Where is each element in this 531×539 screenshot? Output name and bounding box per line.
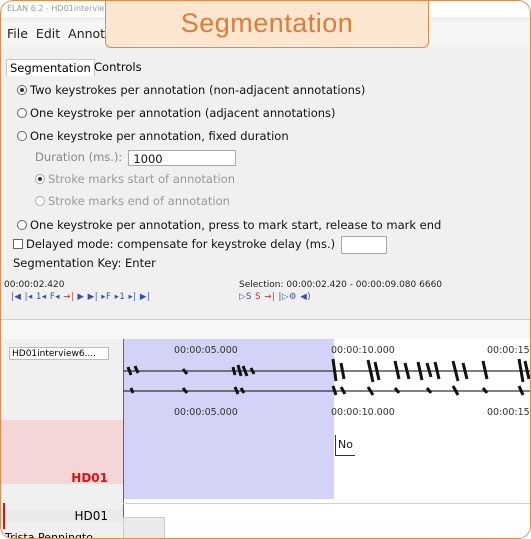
play-selection-icon[interactable]: ▷S [239, 292, 252, 302]
tier-name-participant[interactable]: Trista Penningto [5, 531, 93, 538]
feature-label-banner: Segmentation [105, 1, 429, 48]
horizontal-scrollbar[interactable] [123, 517, 165, 538]
wave-time-label-15s: 00:00:15 [487, 345, 530, 356]
next-icon[interactable]: ▸| [129, 292, 137, 302]
volume-icon[interactable]: ◀) [300, 292, 311, 302]
delay-field[interactable] [341, 235, 388, 254]
tier-separator [123, 503, 530, 504]
radio-button [35, 174, 45, 184]
app-window: ELAN 6.2 - HD01intervie File Edit Annot Se… [0, 0, 531, 539]
option-fixed-duration[interactable]: One keystroke per annotation, fixed dura… [17, 127, 289, 145]
option-stroke-start: Stroke marks start of annotation [35, 170, 235, 188]
selection-info: Selection: 00:00:02.420 - 00:00:09.080 6… [239, 280, 443, 290]
tab-controls[interactable]: Controls [91, 59, 145, 75]
active-tier-marker [3, 503, 5, 529]
delayed-mode-label: Delayed mode: compensate for keystroke d… [26, 237, 336, 251]
radio-button[interactable] [17, 220, 27, 230]
option-stroke-end: Stroke marks end of annotation [35, 192, 230, 210]
menu-edit[interactable]: Edit [36, 26, 60, 41]
overview-ruler[interactable] [1, 319, 530, 341]
waveform-header: HD01interview6.... [1, 339, 124, 399]
annotation-viewer[interactable]: HD01 HD01 Trista Penningto 00:00:05.000 … [1, 399, 530, 538]
tier-crosshair-line [123, 399, 124, 519]
radio-button[interactable] [17, 85, 27, 95]
annotation-cell[interactable]: No [335, 435, 355, 456]
radio-button[interactable] [17, 131, 27, 141]
segmentation-key-label: Segmentation Key: Enter [13, 256, 156, 270]
menu-file[interactable]: File [7, 26, 28, 41]
radio-button[interactable] [17, 108, 27, 118]
delayed-mode-checkbox[interactable] [13, 239, 23, 249]
tier-time-label-10s: 00:00:10.000 [331, 407, 395, 418]
step-back-icon[interactable]: 1◂ [36, 292, 47, 302]
go-to-begin-icon[interactable]: |◀ [11, 292, 21, 302]
tier-time-label-5s: 00:00:05.000 [174, 407, 238, 418]
tab-segmentation[interactable]: Segmentation [6, 59, 95, 76]
go-to-end-icon[interactable]: ▶| [140, 292, 150, 302]
selection-mode-icon[interactable]: →| [264, 292, 275, 302]
selection-back-icon[interactable]: →| [63, 292, 74, 302]
previous-frame-icon[interactable]: |◂ [25, 292, 33, 302]
current-time: 00:00:02.420 [4, 280, 65, 290]
segmentation-panel: Two keystrokes per annotation (non-adjac… [1, 76, 530, 276]
wave-time-label-10s: 00:00:10.000 [331, 345, 395, 356]
wave-time-label-5s: 00:00:05.000 [174, 345, 238, 356]
duration-field[interactable]: 1000 [128, 149, 237, 166]
clear-selection-icon[interactable]: S [255, 292, 261, 302]
pixel-forward-icon[interactable]: ▸F [101, 292, 111, 302]
tier-name-hd01[interactable]: HD01 [1, 509, 123, 523]
option-two-keystrokes[interactable]: Two keystrokes per annotation (non-adjac… [17, 81, 365, 99]
delayed-mode-row[interactable]: Delayed mode: compensate for keystroke d… [13, 235, 388, 254]
media-controls: |◀ |◂ 1◂ F◂ →| ▶ ▶| ▸F ▸1 ▸| ▶| [11, 292, 150, 302]
selection-controls: ▷S S →| |▷⚙ ◀) [239, 292, 311, 302]
waveform-graphic [123, 358, 530, 396]
next-frame-icon[interactable]: ▸1 [115, 292, 126, 302]
play-icon[interactable]: ▶ [77, 292, 84, 302]
step-forward-icon[interactable]: ▶| [88, 292, 98, 302]
option-press-release[interactable]: One keystroke per annotation, press to m… [17, 216, 441, 234]
tier-names: HD01 HD01 Trista Penningto [1, 399, 124, 538]
duration-label: Duration (ms.): [35, 150, 123, 164]
menu-annotation[interactable]: Annot [68, 26, 105, 41]
option-one-keystroke-adjacent[interactable]: One keystroke per annotation (adjacent a… [17, 104, 336, 122]
loop-mode-icon[interactable]: |▷⚙ [278, 292, 297, 302]
tier-time-label-15s: 00:00:15 [487, 407, 530, 418]
pixel-back-icon[interactable]: F◂ [50, 292, 60, 302]
waveform-viewer[interactable]: HD01interview6.... 00:00:05.000 00:00:10… [1, 339, 530, 399]
duration-row: Duration (ms.): 1000 [35, 148, 237, 166]
radio-button [35, 196, 45, 206]
tier-name-hd01-active[interactable]: HD01 [1, 471, 123, 485]
panel-tabs: Segmentation Controls [1, 58, 530, 77]
waveform-file-selector[interactable]: HD01interview6.... [9, 347, 109, 360]
